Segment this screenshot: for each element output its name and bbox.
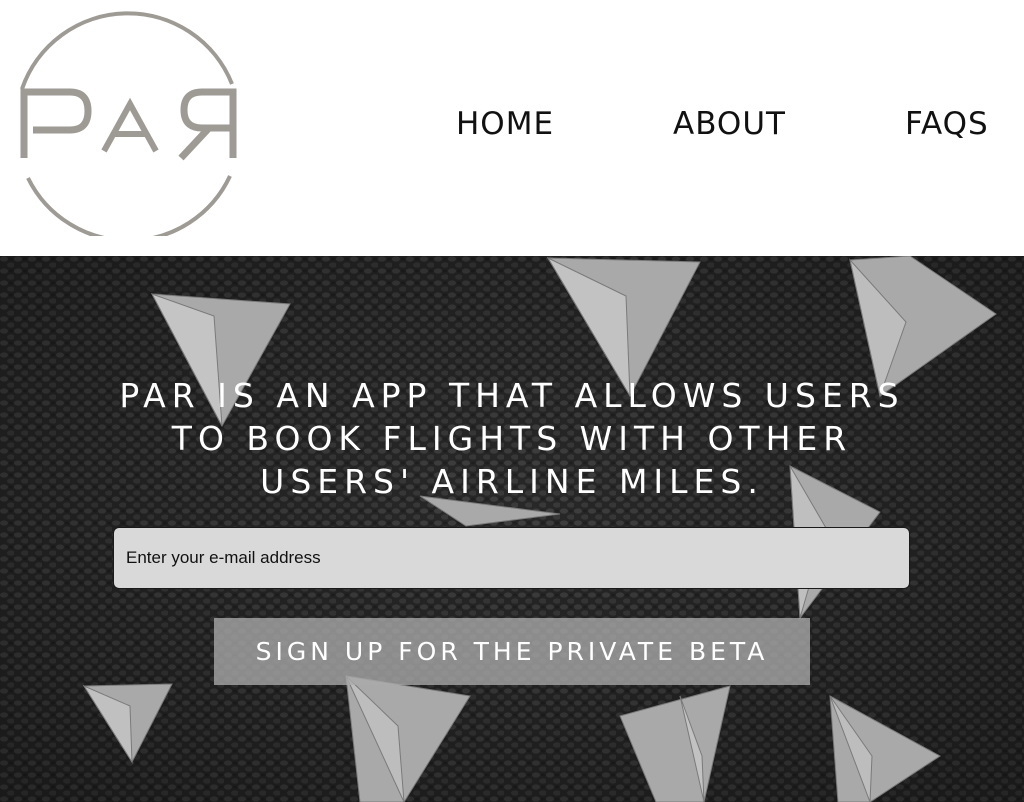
hero-headline: PAR IS AN APP THAT ALLOWS USERS TO BOOK … [60,374,964,503]
headline-line-3: USERS' AIRLINE MILES. [260,462,764,501]
headline-line-1: PAR IS AN APP THAT ALLOWS USERS [119,376,905,415]
signup-private-beta-button[interactable]: SIGN UP FOR THE PRIVATE BETA [214,618,810,685]
hero-section: PAR IS AN APP THAT ALLOWS USERS TO BOOK … [0,256,1024,802]
main-nav: HOME ABOUT FAQS [0,100,1024,148]
nav-faqs-link[interactable]: FAQS [905,100,989,148]
nav-about-link[interactable]: ABOUT [673,100,786,148]
email-input[interactable] [113,527,910,589]
site-header: HOME ABOUT FAQS [0,0,1024,256]
nav-home-link[interactable]: HOME [456,100,554,148]
headline-line-2: TO BOOK FLIGHTS WITH OTHER [171,419,853,458]
